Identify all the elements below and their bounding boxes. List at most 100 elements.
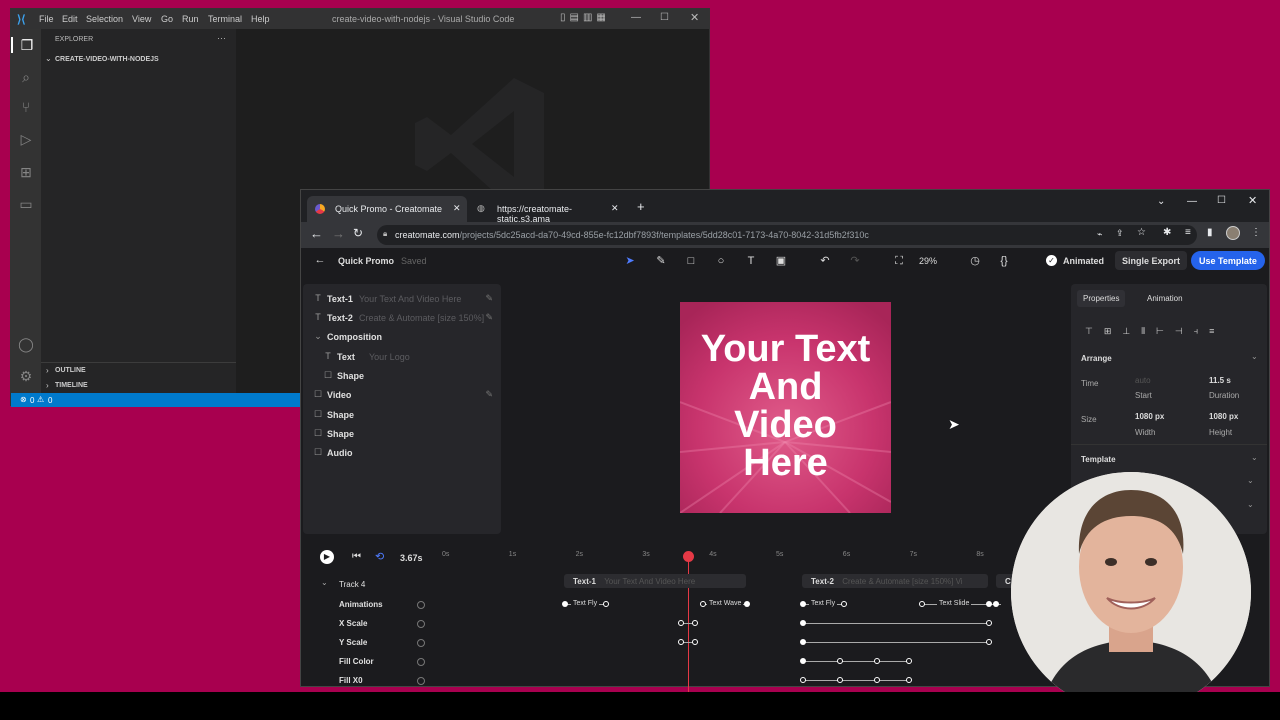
tab-properties[interactable]: Properties [1077,290,1126,307]
extensions-icon[interactable]: ✱ [1163,227,1171,238]
timeline-row-label[interactable]: X Scale [339,619,367,628]
layer-item[interactable]: ☐ Video ✎ [303,386,501,405]
warnings-count[interactable]: 0 [48,396,52,405]
animated-toggle-label[interactable]: Animated [1063,256,1104,266]
edit-pencil-icon[interactable]: ✎ [485,389,493,400]
minimize-icon[interactable]: — [1187,196,1197,207]
keyframe-dot[interactable] [986,601,992,607]
layer-item[interactable]: ⌄ Composition [303,328,501,347]
stopwatch-icon[interactable] [417,677,425,685]
reading-list-icon[interactable]: ≡ [1185,227,1191,238]
arrange-section[interactable]: Arrange [1081,354,1112,363]
more-actions-icon[interactable]: ··· [217,33,226,43]
new-tab-icon[interactable]: + [637,199,645,214]
keyframe-dot[interactable] [800,601,806,607]
menu-view[interactable]: View [132,14,151,24]
keyframe-dot[interactable] [678,620,684,626]
settings-gear-icon[interactable]: ⚙ [18,368,34,384]
profile-avatar[interactable] [1226,226,1240,240]
animation-label[interactable]: Text Fly [809,600,838,607]
timeline-section[interactable]: TIMELINE [55,382,88,389]
remote-icon[interactable]: ▭ [18,196,34,212]
history-icon[interactable]: ◷ [968,254,982,268]
animation-label[interactable]: Text Slide [937,600,972,607]
rectangle-tool-icon[interactable]: □ [684,254,698,268]
chrome-menu-icon[interactable]: ⋮ [1251,227,1261,238]
single-export-button[interactable]: Single Export [1115,251,1188,270]
menu-run[interactable]: Run [182,14,199,24]
keyframe-dot[interactable] [800,639,806,645]
layout-icons[interactable]: ▯▤▥▦ [560,12,610,23]
fit-to-screen-icon[interactable]: ⛶ [892,254,906,268]
keyframe-dot[interactable] [874,658,880,664]
text-tool-icon[interactable]: T [744,254,758,268]
keyframe-dot[interactable] [906,677,912,683]
layer-item[interactable]: T Text-1 Your Text And Video Here ✎ [303,290,501,309]
layer-item[interactable]: ☐ Shape [303,406,501,425]
tab-search-icon[interactable]: ⌄ [1157,196,1165,207]
stopwatch-icon[interactable] [417,658,425,666]
preview-canvas[interactable]: Your Text And Video Here [680,302,891,513]
back-icon[interactable]: ← [310,226,323,241]
tab-close-icon[interactable]: ✕ [611,203,619,214]
menu-help[interactable]: Help [251,14,270,24]
animated-check-icon[interactable]: ✓ [1046,255,1057,266]
dropdown-chevron-icon[interactable]: ⌄ [1247,476,1254,485]
outline-section[interactable]: OUTLINE [55,367,86,374]
files-icon[interactable]: ❐ [11,37,41,53]
keyframe-dot[interactable] [837,677,843,683]
image-tool-icon[interactable]: ▣ [774,254,788,268]
keyframe-dot[interactable] [692,620,698,626]
close-icon[interactable]: ✕ [1248,194,1257,207]
run-debug-icon[interactable]: ▷ [18,131,34,147]
menu-edit[interactable]: Edit [62,14,78,24]
stopwatch-icon[interactable] [417,620,425,628]
undo-icon[interactable]: ↶ [818,254,832,268]
errors-count[interactable]: 0 [30,396,34,405]
keyframe-dot[interactable] [603,601,609,607]
keyframe-dot[interactable] [800,658,806,664]
timeline-row-label[interactable]: Fill X0 [339,676,363,685]
keyframe-dot[interactable] [744,601,750,607]
keyframe-dot[interactable] [562,601,568,607]
folder-chevron-icon[interactable]: ⌄ [45,54,52,63]
keyframe-dot[interactable] [800,677,806,683]
keyframe-dot[interactable] [841,601,847,607]
back-arrow-icon[interactable]: ← [313,253,327,267]
url-bar[interactable]: 🔒︎ creatomate.com/projects/5dc25acd-da70… [377,225,1197,245]
tab-s3-url[interactable]: ◍ https://creatomate-static.s3.ama ✕ [469,196,624,224]
size-width-field[interactable]: 1080 px [1135,412,1164,421]
menu-go[interactable]: Go [161,14,173,24]
reload-icon[interactable]: ↻ [353,226,363,240]
dropdown-chevron-icon[interactable]: ⌄ [1247,500,1254,509]
tab-close-icon[interactable]: ✕ [453,203,461,214]
canvas-headline[interactable]: Your Text And Video Here [680,330,891,482]
outline-chevron-icon[interactable]: › [46,366,49,375]
ellipse-tool-icon[interactable]: ○ [714,254,728,268]
animation-label[interactable]: Text Fly [571,600,600,607]
project-name[interactable]: Quick Promo [338,256,394,266]
timeline-row-label[interactable]: Fill Color [339,657,374,666]
timeline-row-label[interactable]: Y Scale [339,638,367,647]
keyframe-dot[interactable] [837,658,843,664]
source-code-icon[interactable]: {} [997,254,1011,268]
keyframe-dot[interactable] [919,601,925,607]
timeline-chevron-icon[interactable]: › [46,381,49,390]
menu-selection[interactable]: Selection [86,14,123,24]
timeline-row-label[interactable]: Animations [339,600,383,609]
animation-label[interactable]: Text Wave [707,600,744,607]
stopwatch-icon[interactable] [417,639,425,647]
source-control-icon[interactable]: ⑂ [18,99,34,115]
maximize-icon[interactable]: ☐ [660,12,669,23]
extensions-icon[interactable]: ⊞ [18,164,34,180]
time-duration-field[interactable]: 11.5 s [1209,376,1231,385]
keyframe-dot[interactable] [800,620,806,626]
size-height-field[interactable]: 1080 px [1209,412,1238,421]
minimize-icon[interactable]: — [631,12,641,23]
keyframe-dot[interactable] [874,677,880,683]
use-template-button[interactable]: Use Template [1191,251,1265,270]
layer-item[interactable]: ☐ Shape [303,367,501,386]
layer-item[interactable]: T Text-2 Create & Automate [size 150%]... ✎ [303,309,501,328]
bookmark-star-icon[interactable]: ☆ [1137,227,1146,238]
template-chevron-icon[interactable]: ⌄ [1251,453,1258,462]
